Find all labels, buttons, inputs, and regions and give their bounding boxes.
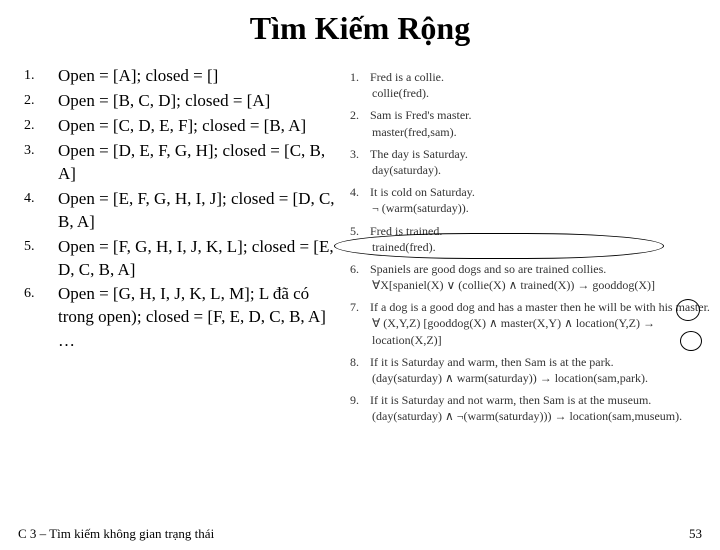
rule-text: If it is Saturday and warm, then Sam is …	[370, 354, 710, 370]
rule-formula: master(fred,sam).	[370, 124, 710, 140]
rule-number: 1.	[350, 69, 370, 101]
rule-text: It is cold on Saturday.	[370, 184, 710, 200]
step-text: Open = [C, D, E, F]; closed = [B, A]	[58, 115, 344, 138]
step-text: Open = [E, F, G, H, I, J]; closed = [D, …	[58, 188, 344, 234]
rule-number: 9.	[350, 392, 370, 424]
rule-number: 6.	[350, 261, 370, 293]
annotation-ellipse	[334, 233, 664, 259]
step-number: 3.	[24, 140, 58, 161]
rule-number: 4.	[350, 184, 370, 216]
rule-3: 3. The day is Saturday. day(saturday).	[350, 146, 710, 178]
rule-text: Spaniels are good dogs and so are traine…	[370, 261, 710, 277]
step-text: Open = [B, C, D]; closed = [A]	[58, 90, 344, 113]
rules-column: 1. Fred is a collie. collie(fred). 2. Sa…	[344, 65, 710, 431]
step-6: 6. Open = [G, H, I, J, K, L, M]; L đã có…	[24, 283, 344, 329]
step-2: 2. Open = [B, C, D]; closed = [A]	[24, 90, 344, 113]
step-number: 5.	[24, 236, 58, 257]
slide-title: Tìm Kiếm Rộng	[0, 10, 720, 47]
step-text: Open = [A]; closed = []	[58, 65, 344, 88]
step-3: 3. Open = [D, E, F, G, H]; closed = [C, …	[24, 140, 344, 186]
rule-7: 7. If a dog is a good dog and has a mast…	[350, 299, 710, 348]
slide-content: 1. Open = [A]; closed = [] 2. Open = [B,…	[0, 65, 720, 431]
rule-6: 6. Spaniels are good dogs and so are tra…	[350, 261, 710, 293]
rule-formula: ¬ (warm(saturday)).	[370, 200, 710, 216]
rule-2: 2. Sam is Fred's master. master(fred,sam…	[350, 107, 710, 139]
rule-text: Fred is a collie.	[370, 69, 710, 85]
rule-text: The day is Saturday.	[370, 146, 710, 162]
step-1: 1. Open = [A]; closed = []	[24, 65, 344, 88]
rule-text: If it is Saturday and not warm, then Sam…	[370, 392, 710, 408]
rule-formula: ∀ (X,Y,Z) [gooddog(X) ∧ master(X,Y) ∧ lo…	[370, 315, 710, 347]
rule-1: 1. Fred is a collie. collie(fred).	[350, 69, 710, 101]
steps-list: 1. Open = [A]; closed = [] 2. Open = [B,…	[24, 65, 344, 329]
rule-9: 9. If it is Saturday and not warm, then …	[350, 392, 710, 424]
rule-number: 7.	[350, 299, 370, 348]
rule-formula: ∀X[spaniel(X) ∨ (collie(X) ∧ trained(X))…	[370, 277, 710, 293]
annotation-circle	[676, 299, 700, 321]
step-number: 4.	[24, 188, 58, 209]
rule-formula: collie(fred).	[370, 85, 710, 101]
step-4: 4. Open = [E, F, G, H, I, J]; closed = […	[24, 188, 344, 234]
rule-text: If a dog is a good dog and has a master …	[370, 299, 710, 315]
step-number: 6.	[24, 283, 58, 304]
rule-number: 3.	[350, 146, 370, 178]
steps-ellipsis: …	[24, 331, 344, 351]
rule-4: 4. It is cold on Saturday. ¬ (warm(satur…	[350, 184, 710, 216]
rule-text: Sam is Fred's master.	[370, 107, 710, 123]
rule-formula: day(saturday).	[370, 162, 710, 178]
rule-formula: (day(saturday) ∧ ¬(warm(saturday))) → lo…	[370, 408, 710, 424]
rule-number: 2.	[350, 107, 370, 139]
step-2b: 2. Open = [C, D, E, F]; closed = [B, A]	[24, 115, 344, 138]
step-number: 1.	[24, 65, 58, 86]
rule-number: 8.	[350, 354, 370, 386]
step-text: Open = [D, E, F, G, H]; closed = [C, B, …	[58, 140, 344, 186]
annotation-circle	[680, 331, 702, 351]
steps-column: 1. Open = [A]; closed = [] 2. Open = [B,…	[24, 65, 344, 351]
step-5: 5. Open = [F, G, H, I, J, K, L]; closed …	[24, 236, 344, 282]
rule-formula: (day(saturday) ∧ warm(saturday)) → locat…	[370, 370, 710, 386]
step-number: 2.	[24, 90, 58, 111]
step-text: Open = [F, G, H, I, J, K, L]; closed = […	[58, 236, 344, 282]
step-number: 2.	[24, 115, 58, 136]
step-text: Open = [G, H, I, J, K, L, M]; L đã có tr…	[58, 283, 344, 329]
rule-8: 8. If it is Saturday and warm, then Sam …	[350, 354, 710, 386]
